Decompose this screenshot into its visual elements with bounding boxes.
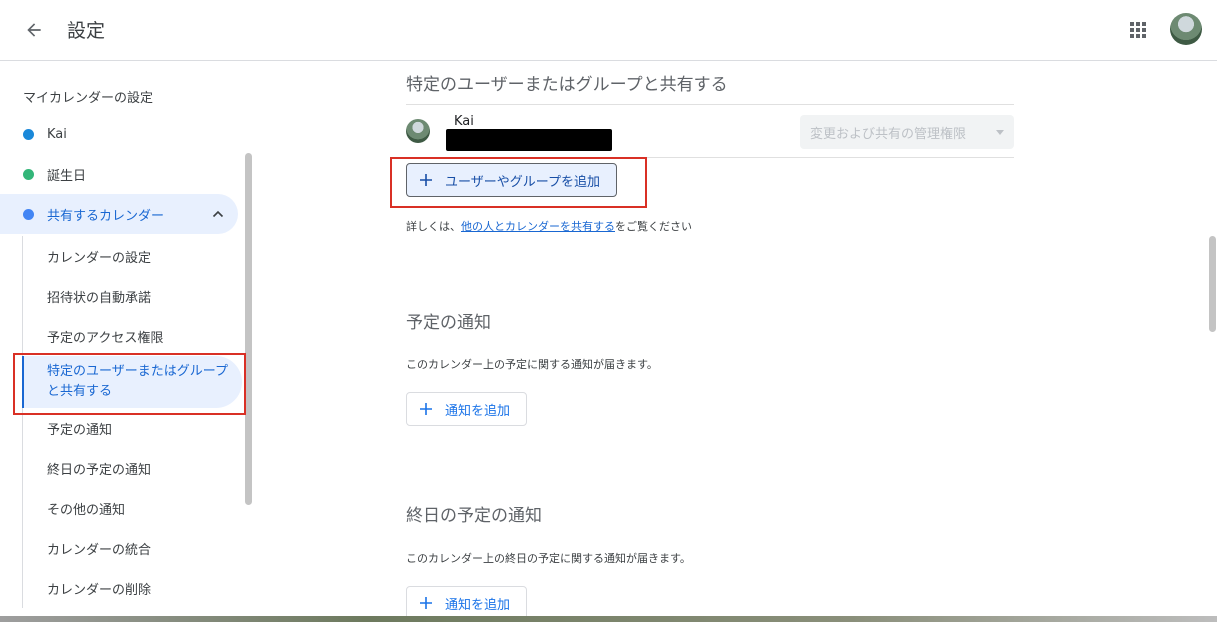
sidebar-scrollbar[interactable] [245, 153, 252, 505]
event-notifications-desc: このカレンダー上の予定に関する通知が届きます。 [406, 358, 658, 371]
plus-icon [420, 597, 432, 609]
sidebar-item-access-permissions[interactable]: 予定のアクセス権限 [22, 316, 242, 356]
sidebar-calendar-birthdays[interactable]: 誕生日 [0, 154, 238, 194]
top-bar: 設定 [0, 0, 1217, 61]
sidebar-item-integrate-calendar[interactable]: カレンダーの統合 [22, 528, 242, 568]
account-avatar[interactable] [1170, 13, 1202, 45]
sidebar-calendar-label: 共有するカレンダー [47, 208, 165, 224]
sidebar-item-calendar-settings[interactable]: カレンダーの設定 [22, 236, 242, 276]
add-people-button[interactable]: ユーザーやグループを追加 [406, 163, 617, 197]
back-button[interactable] [18, 14, 50, 46]
chevron-up-icon[interactable] [212, 208, 224, 220]
event-notifications-title: 予定の通知 [406, 313, 491, 333]
apps-grid-icon [1130, 22, 1146, 38]
sidebar-item-other-notifications[interactable]: その他の通知 [22, 488, 242, 528]
my-calendars-heading[interactable]: マイカレンダーの設定 [23, 87, 153, 106]
sidebar-calendar-label: Kai [47, 126, 67, 142]
sidebar-item-event-notifications[interactable]: 予定の通知 [22, 408, 242, 448]
page-title: 設定 [67, 20, 106, 42]
calendar-color-dot [23, 128, 34, 140]
plus-icon [420, 403, 432, 415]
sidebar-item-allday-notifications[interactable]: 終日の予定の通知 [22, 448, 242, 488]
apps-button[interactable] [1124, 16, 1152, 44]
dropdown-caret-icon [996, 130, 1004, 135]
sidebar-calendar-kai[interactable]: Kai [0, 114, 238, 154]
add-allday-notification-button[interactable]: 通知を追加 [406, 586, 528, 620]
allday-notifications-desc: このカレンダー上の終日の予定に関する通知が届きます。 [406, 552, 691, 565]
permission-select[interactable]: 変更および共有の管理権限 [800, 115, 1014, 149]
settings-main: 特定のユーザーまたはグループと共有する Kai 変更および共有の管理権限 ユーザ… [406, 61, 1014, 622]
sidebar-item-auto-accept[interactable]: 招待状の自動承諾 [22, 276, 242, 316]
allday-notifications-title: 終日の予定の通知 [406, 506, 542, 526]
shared-user-name: Kai [454, 114, 474, 129]
user-avatar [406, 119, 430, 143]
calendar-color-dot [23, 208, 34, 220]
shared-user-row: Kai 変更および共有の管理権限 [406, 104, 1014, 158]
calendar-settings-submenu: カレンダーの設定 招待状の自動承諾 予定のアクセス権限 特定のユーザーまたはグル… [22, 236, 242, 608]
sidebar-calendar-label: 誕生日 [47, 168, 87, 184]
add-event-notification-button[interactable]: 通知を追加 [406, 392, 528, 426]
calendar-color-dot [23, 168, 34, 180]
bottom-background-strip [0, 616, 1217, 622]
sidebar-calendar-shared[interactable]: 共有するカレンダー [0, 194, 238, 234]
share-help-text: 詳しくは、他の人とカレンダーを共有するをご覧ください [406, 220, 692, 233]
sidebar-item-remove-calendar[interactable]: カレンダーの削除 [22, 568, 242, 608]
page-scrollbar[interactable] [1209, 236, 1216, 332]
share-section-title: 特定のユーザーまたはグループと共有する [406, 75, 728, 95]
redacted-email [446, 129, 612, 151]
share-help-link[interactable]: 他の人とカレンダーを共有する [461, 220, 615, 233]
settings-sidebar: マイカレンダーの設定 Kai 誕生日 共有するカレンダー カレンダーの設定 招待… [0, 61, 260, 622]
sidebar-item-share-with-specific[interactable]: 特定のユーザーまたはグループと共有する [22, 356, 242, 408]
plus-icon [420, 174, 432, 186]
arrow-back-icon [27, 23, 41, 37]
